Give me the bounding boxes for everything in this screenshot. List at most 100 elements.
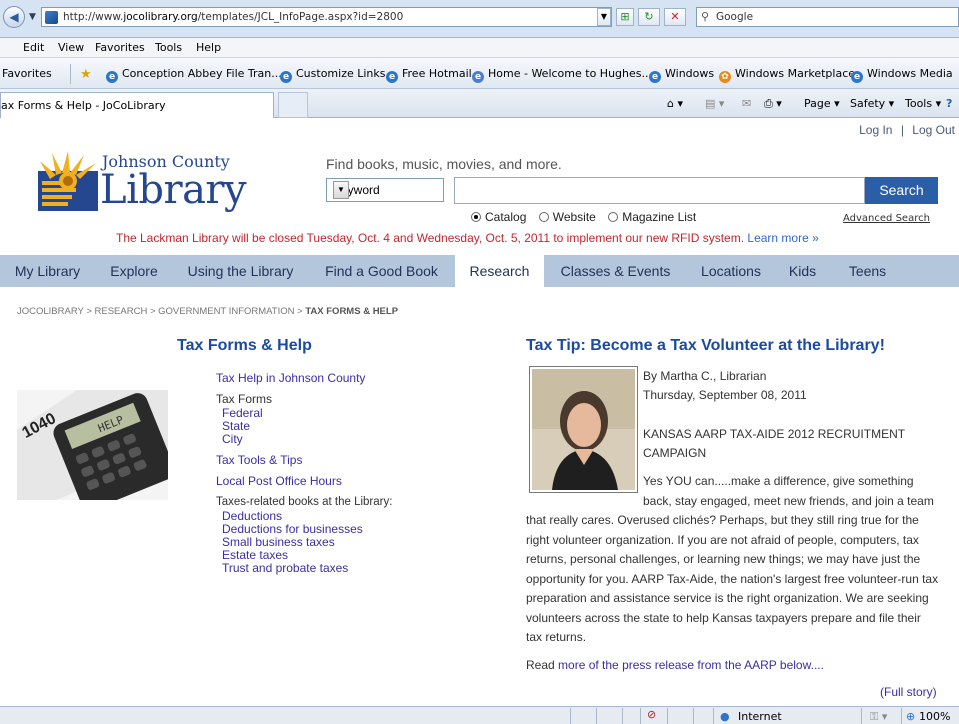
- advanced-search-link[interactable]: Advanced Search: [843, 213, 930, 224]
- favorite-link[interactable]: e Conception Abbey File Tran...: [106, 67, 282, 83]
- compat-view-icon[interactable]: ⊞: [616, 8, 634, 26]
- windows-icon: ✿: [719, 71, 731, 83]
- radio-catalog[interactable]: Catalog: [471, 210, 526, 224]
- nav-locations[interactable]: Locations: [687, 255, 775, 287]
- closure-alert: The Lackman Library will be closed Tuesd…: [116, 231, 819, 245]
- status-cell: [667, 708, 693, 724]
- favorites-label[interactable]: Favorites: [2, 67, 52, 80]
- read-more-link[interactable]: more of the press release from the AARP …: [558, 658, 824, 672]
- article-text-line: opportunity for you. AARP Tax-Aide, the …: [526, 572, 939, 586]
- tax-tools-link[interactable]: Tax Tools & Tips: [216, 453, 302, 467]
- learn-more-link[interactable]: Learn more »: [747, 231, 818, 245]
- back-icon[interactable]: ◀: [3, 6, 25, 28]
- favorite-link[interactable]: ✿ Windows Marketplace: [719, 67, 855, 83]
- sunflower-logo-icon: [38, 151, 98, 211]
- refresh-icon[interactable]: ↻: [638, 8, 660, 26]
- article-text-line: returns, personal challenges, or learnin…: [526, 552, 921, 566]
- menu-view[interactable]: View: [58, 41, 84, 54]
- protected-mode-icon[interactable]: ⚿ ▾: [861, 708, 901, 724]
- feeds-icon[interactable]: ▤ ▾: [705, 97, 724, 110]
- article-text-line: tax returns.: [526, 630, 587, 644]
- url-field[interactable]: http://www.jocolibrary.org/templates/JCL…: [41, 7, 612, 27]
- zone-indicator[interactable]: ● Internet: [713, 708, 861, 724]
- menu-favorites[interactable]: Favorites: [95, 41, 145, 54]
- favorite-link[interactable]: e Windows: [649, 67, 714, 83]
- privacy-icon[interactable]: ⊘: [640, 708, 667, 724]
- radio-website[interactable]: Website: [538, 210, 596, 224]
- search-button[interactable]: Search: [865, 177, 938, 204]
- search-type-select[interactable]: Keyword ▼: [326, 178, 444, 202]
- main-nav: My Library Explore Using the Library Fin…: [0, 255, 959, 287]
- favorite-link[interactable]: e Windows Media: [851, 67, 953, 83]
- article-text-line: volunteers across the state to help Kans…: [526, 611, 921, 625]
- favorite-link[interactable]: e Home - Welcome to Hughes...: [472, 67, 652, 83]
- nav-research[interactable]: Research: [455, 255, 544, 287]
- url-dropdown-icon[interactable]: ▼: [597, 8, 611, 26]
- zoom-control[interactable]: ⊕ 100%: [901, 708, 959, 724]
- nav-kids[interactable]: Kids: [775, 255, 830, 287]
- tab-active[interactable]: ax Forms & Help - JoCoLibrary: [0, 92, 274, 118]
- nav-find-a-good-book[interactable]: Find a Good Book: [308, 255, 455, 287]
- full-story-link[interactable]: (Full story): [880, 685, 937, 699]
- article-title[interactable]: Tax Tip: Become a Tax Volunteer at the L…: [526, 337, 885, 355]
- favorites-bar: Favorites ★ e Conception Abbey File Tran.…: [0, 58, 959, 89]
- zoom-icon: ⊕: [906, 710, 916, 723]
- calculator-tax-form-image: 1040 HELP: [17, 390, 168, 500]
- address-bar: ◀ ▼ http://www.jocolibrary.org/templates…: [0, 0, 959, 38]
- radio-magazine-list[interactable]: Magazine List: [608, 210, 696, 224]
- site-favicon-icon: [45, 11, 58, 24]
- favorite-link[interactable]: e Customize Links: [280, 67, 386, 83]
- nav-teens[interactable]: Teens: [830, 255, 905, 287]
- breadcrumb-trail[interactable]: JOCOLIBRARY > RESEARCH > GOVERNMENT INFO…: [17, 306, 305, 317]
- new-tab-button[interactable]: [278, 92, 308, 118]
- breadcrumb-current: TAX FORMS & HELP: [305, 306, 399, 317]
- safety-menu-button[interactable]: Safety ▾: [850, 97, 894, 110]
- zoom-level: 100%: [919, 710, 951, 723]
- ie-icon: e: [472, 71, 484, 83]
- page-menu-button[interactable]: Page ▾: [804, 97, 840, 110]
- menu-tools[interactable]: Tools: [155, 41, 182, 54]
- post-office-link[interactable]: Local Post Office Hours: [216, 474, 342, 488]
- nav-classes-events[interactable]: Classes & Events: [544, 255, 687, 287]
- radio-icon: [608, 212, 619, 222]
- nav-my-library[interactable]: My Library: [0, 255, 95, 287]
- login-link[interactable]: Log In: [859, 123, 892, 137]
- help-icon[interactable]: ?: [946, 97, 952, 110]
- mail-icon[interactable]: ✉: [742, 97, 751, 110]
- catalog-search-input[interactable]: [454, 177, 865, 204]
- author-photo: [529, 366, 638, 493]
- book-link[interactable]: Trust and probate taxes: [222, 562, 348, 575]
- zone-label: Internet: [738, 710, 782, 723]
- chevron-down-icon: ▼: [333, 181, 349, 199]
- status-cell: [570, 708, 596, 724]
- menu-bar: Edit View Favorites Tools Help: [0, 38, 959, 58]
- menu-help[interactable]: Help: [196, 41, 221, 54]
- add-favorite-icon[interactable]: ★: [80, 67, 92, 82]
- library-logo[interactable]: Johnson County Library: [38, 149, 247, 219]
- nav-using-the-library[interactable]: Using the Library: [173, 255, 308, 287]
- search-scope-radios: Catalog Website Magazine List: [471, 210, 705, 224]
- article-date: Thursday, September 08, 2011: [643, 388, 807, 402]
- logo-text-library: Library: [100, 167, 247, 213]
- browser-search-input[interactable]: ⚲ Google: [696, 7, 959, 27]
- tools-menu-button[interactable]: Tools ▾: [905, 97, 941, 110]
- auth-links: Log In | Log Out: [859, 123, 955, 137]
- favorite-link[interactable]: e Free Hotmail: [386, 67, 472, 83]
- city-link[interactable]: City: [222, 433, 243, 446]
- nav-explore[interactable]: Explore: [95, 255, 173, 287]
- home-icon[interactable]: ⌂ ▾: [667, 97, 683, 110]
- tax-help-link[interactable]: Tax Help in Johnson County: [216, 371, 365, 385]
- ie-icon: e: [386, 71, 398, 83]
- stop-icon[interactable]: ✕: [664, 8, 686, 26]
- article-text-line: back, stay engaged, meet new friends, an…: [643, 494, 934, 508]
- tab-bar: ax Forms & Help - JoCoLibrary ⌂ ▾ ▤ ▾ ✉ …: [0, 89, 959, 118]
- search-icon: ⚲: [701, 10, 710, 23]
- radio-icon: [538, 212, 549, 222]
- status-bar: ⊘ ● Internet ⚿ ▾ ⊕ 100%: [0, 706, 959, 724]
- tax-forms-label: Tax Forms: [216, 392, 273, 406]
- logout-link[interactable]: Log Out: [912, 123, 955, 137]
- print-icon[interactable]: ⎙ ▾: [764, 97, 782, 111]
- divider: [70, 64, 71, 84]
- menu-edit[interactable]: Edit: [23, 41, 44, 54]
- chevron-down-icon[interactable]: ▼: [29, 12, 36, 22]
